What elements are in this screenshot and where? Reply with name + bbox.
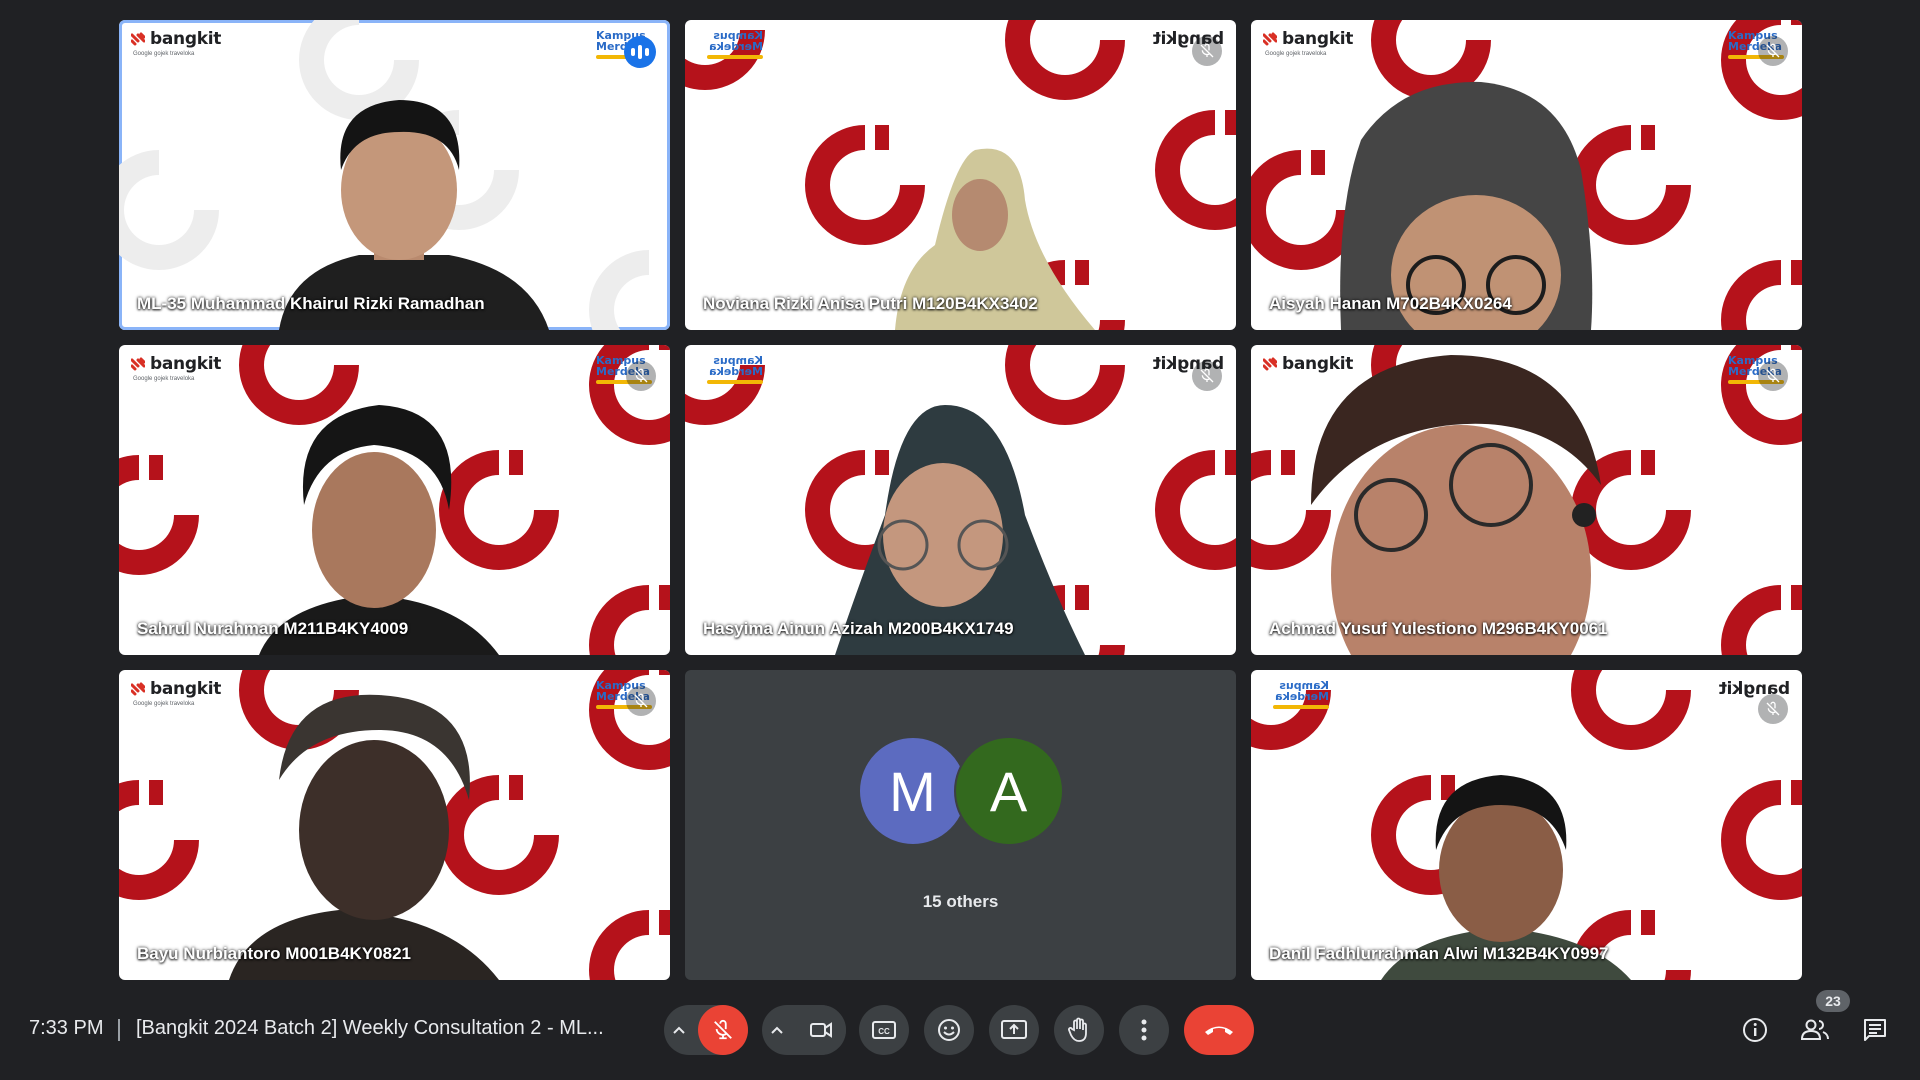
participant-tile-5[interactable]: Kampus Merdeka bangkit Hasyima Ainun Azi… xyxy=(685,345,1236,655)
mic-off-icon xyxy=(1758,694,1788,724)
bangkit-mark-icon xyxy=(1263,357,1277,371)
present-icon xyxy=(1001,1020,1027,1039)
participant-count-badge: 23 xyxy=(1816,990,1850,1012)
participant-tile-7[interactable]: bangkit Google gojek traveloka Kampus Me… xyxy=(119,670,670,980)
participant-name: Sahrul Nurahman M211B4KY4009 xyxy=(137,619,409,638)
bangkit-logo: bangkit xyxy=(1263,354,1353,374)
participant-video xyxy=(229,694,499,980)
people-button[interactable] xyxy=(1790,1005,1840,1055)
raise-hand-button[interactable] xyxy=(1054,1005,1104,1055)
participant-video xyxy=(1340,81,1593,330)
video-options-chevron-icon[interactable] xyxy=(762,1005,792,1055)
captions-icon: CC xyxy=(872,1021,896,1039)
participant-tile-2[interactable]: Kampus Merdeka bangkit Noviana Rizki Ani… xyxy=(685,20,1236,330)
participant-video xyxy=(279,100,549,330)
participant-name: Hasyima Ainun Azizah M200B4KX1749 xyxy=(703,619,1014,638)
info-icon xyxy=(1743,1018,1767,1042)
emoji-icon xyxy=(938,1019,960,1041)
participant-video xyxy=(1311,355,1601,655)
participant-name: Danil Fadhlurrahman Alwi M132B4KY0997 xyxy=(1269,944,1609,963)
others-count-label: 15 others xyxy=(922,892,999,911)
meeting-control-bar: 7:33 PM [Bangkit 2024 Batch 2] Weekly Co… xyxy=(0,990,1920,1080)
meeting-details-button[interactable] xyxy=(1730,1005,1780,1055)
chat-icon xyxy=(1864,1019,1886,1041)
bangkit-mark-icon xyxy=(1263,32,1277,46)
end-call-icon xyxy=(1205,1026,1233,1035)
more-options-button[interactable] xyxy=(1119,1005,1169,1055)
participant-name: Noviana Rizki Anisa Putri M120B4KX3402 xyxy=(703,294,1038,313)
divider xyxy=(118,1019,120,1041)
audio-control-group xyxy=(664,1005,748,1055)
current-time: 7:33 PM xyxy=(29,1017,104,1039)
mic-off-icon xyxy=(1192,361,1222,391)
audio-options-chevron-icon[interactable] xyxy=(664,1005,694,1055)
mic-off-icon xyxy=(1192,36,1222,66)
participant-name: ML-35 Muhammad Khairul Rizki Ramadhan xyxy=(137,294,485,313)
more-options-icon xyxy=(1141,1019,1147,1041)
mic-off-icon xyxy=(714,1019,732,1040)
kampus-merdeka-logo: Kampus Merdeka xyxy=(697,29,763,66)
others-tile[interactable]: M A 15 others xyxy=(685,670,1236,980)
participant-name: Aisyah Hanan M702B4KX0264 xyxy=(1269,294,1512,313)
participant-name: Achmad Yusuf Yulestiono M296B4KY0061 xyxy=(1269,619,1608,638)
meeting-title: [Bangkit 2024 Batch 2] Weekly Consultati… xyxy=(136,1017,604,1039)
participant-tile-9[interactable]: Kampus Merdeka bangkit Danil Fadhlurrahm… xyxy=(1251,670,1802,980)
participant-video xyxy=(835,405,1085,655)
participant-name: Bayu Nurbiantoro M001B4KY0821 xyxy=(137,944,411,963)
mic-off-icon xyxy=(626,686,656,716)
bangkit-mark-icon xyxy=(131,357,145,371)
present-button[interactable] xyxy=(989,1005,1039,1055)
participant-video xyxy=(895,148,1095,330)
mic-off-icon xyxy=(626,361,656,391)
camera-toggle-button[interactable] xyxy=(796,1005,846,1055)
participant-grid: bangkit Google gojek traveloka Kampus Me… xyxy=(119,20,1803,980)
mic-toggle-button[interactable] xyxy=(698,1005,748,1055)
svg-text:CC: CC xyxy=(878,1027,890,1036)
mic-off-icon xyxy=(1758,36,1788,66)
raise-hand-icon xyxy=(1068,1017,1087,1042)
people-icon xyxy=(1800,1019,1829,1040)
camera-icon xyxy=(810,1022,832,1038)
participant-tile-3[interactable]: bangkit Google gojek traveloka Kampus Me… xyxy=(1251,20,1802,330)
participant-tile-1[interactable]: bangkit Google gojek traveloka Kampus Me… xyxy=(119,20,670,330)
reactions-button[interactable] xyxy=(924,1005,974,1055)
participant-tile-4[interactable]: bangkit Google gojek traveloka Kampus Me… xyxy=(119,345,670,655)
bangkit-mark-icon xyxy=(131,32,145,46)
bangkit-logo: bangkit Google gojek traveloka xyxy=(1263,29,1354,57)
bangkit-logo: bangkit Google gojek traveloka xyxy=(131,29,222,57)
bangkit-logo: bangkit Google gojek traveloka xyxy=(131,679,222,707)
bangkit-logo: bangkit Google gojek traveloka xyxy=(131,354,222,382)
chat-button[interactable] xyxy=(1850,1005,1900,1055)
others-avatars: M A xyxy=(857,736,1064,846)
bangkit-mark-icon xyxy=(131,682,145,696)
avatar: M xyxy=(857,736,968,846)
mic-off-icon xyxy=(1758,361,1788,391)
leave-call-button[interactable] xyxy=(1184,1005,1254,1055)
kampus-merdeka-logo: Kampus Merdeka xyxy=(1263,679,1329,716)
speaking-indicator-icon xyxy=(624,36,656,68)
participant-video xyxy=(1381,775,1631,980)
participant-tile-6[interactable]: bangkit Kampus Merdeka Achmad Yusuf Yule… xyxy=(1251,345,1802,655)
captions-button[interactable]: CC xyxy=(859,1005,909,1055)
avatar: A xyxy=(953,736,1064,846)
kampus-merdeka-logo: Kampus Merdeka xyxy=(697,354,763,391)
video-control-group xyxy=(762,1005,846,1055)
participant-video xyxy=(259,405,499,655)
